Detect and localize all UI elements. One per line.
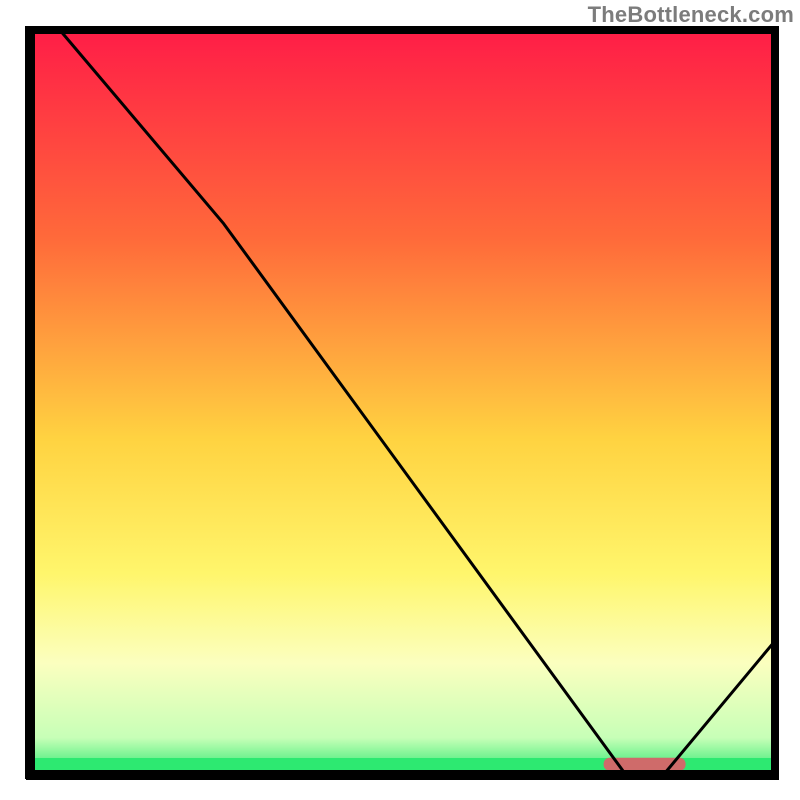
chart-container: TheBottleneck.com <box>0 0 800 800</box>
bottleneck-chart <box>0 0 800 800</box>
watermark-text: TheBottleneck.com <box>588 2 794 28</box>
gradient-background <box>30 30 775 775</box>
